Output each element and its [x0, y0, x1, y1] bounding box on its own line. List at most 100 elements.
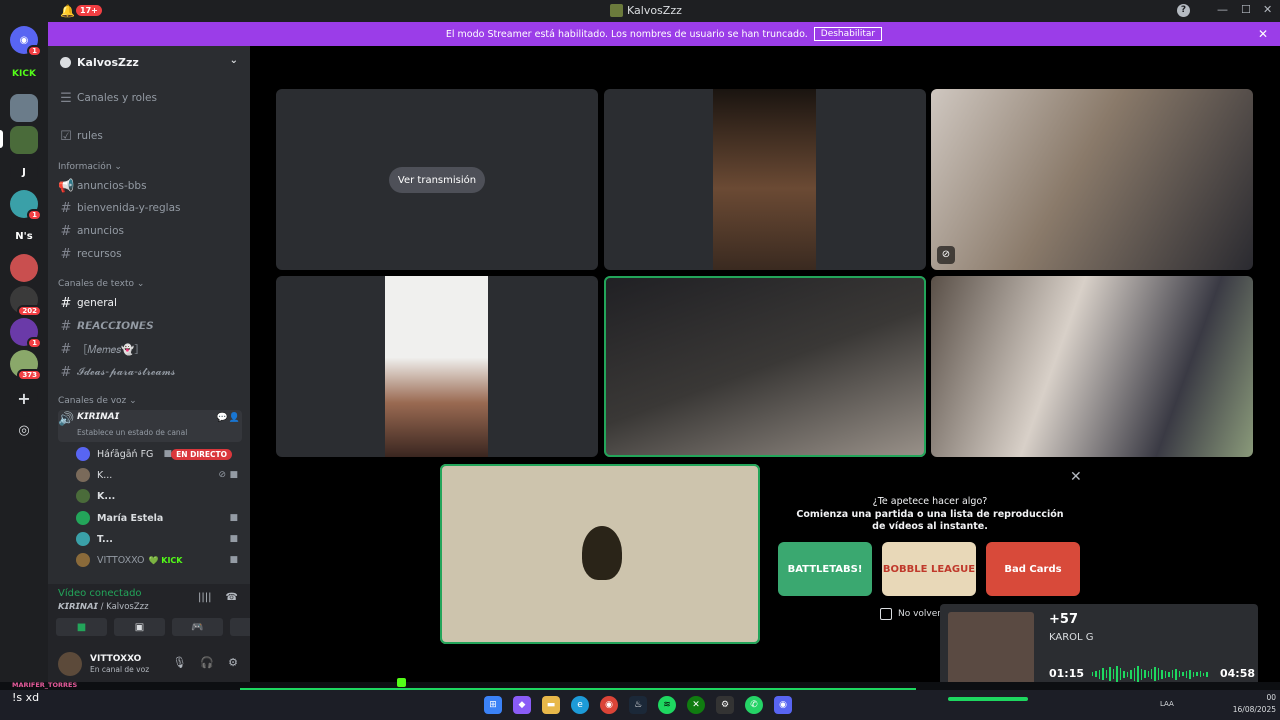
voice-user[interactable]: VITTOXXO 💚 KICK ■	[76, 551, 242, 569]
voice-user[interactable]: K...	[76, 487, 242, 505]
tray-language[interactable]: LAA	[1160, 700, 1174, 708]
chat-bubble-icon[interactable]: 💬	[217, 413, 228, 423]
waveform-bar	[1171, 670, 1174, 678]
screen-share-button[interactable]: ▣	[114, 618, 165, 636]
channel-status-placeholder[interactable]: Establece un estado de canal	[77, 428, 187, 437]
add-server-icon[interactable]: +	[10, 384, 38, 412]
channel-reacciones[interactable]: # 𝙍𝙀𝘼𝘾𝘾𝙄𝙊𝙉𝙀𝙎	[58, 316, 242, 336]
channel-label: rules	[77, 130, 103, 142]
microphone-icon[interactable]: 🎙	[172, 656, 186, 669]
server-kick[interactable]: KICK	[10, 60, 38, 88]
activity-button[interactable]: 🎮	[172, 618, 223, 636]
bell-icon[interactable]: 🔔	[60, 4, 75, 18]
chat-username: MARIFER_TORRES	[12, 681, 78, 689]
copilot-icon[interactable]: ◆	[513, 696, 531, 714]
close-banner-icon[interactable]: ✕	[1258, 27, 1268, 41]
server-active[interactable]	[10, 126, 38, 154]
channel-label: 𝙍𝙀𝘼𝘾𝘾𝙄𝙊𝙉𝙀𝙎	[77, 320, 154, 332]
chevron-down-icon[interactable]: ⌄	[230, 55, 238, 66]
channel-anuncios-bbs[interactable]: 📢 anuncios-bbs	[58, 176, 242, 196]
disconnect-icon[interactable]: ☎	[226, 592, 238, 603]
category-text[interactable]: Canales de texto ⌄	[58, 279, 144, 289]
server-11[interactable]: 373	[10, 350, 42, 381]
avatar[interactable]	[58, 652, 82, 676]
steam-icon[interactable]: ♨	[629, 696, 647, 714]
help-icon[interactable]: ?	[1177, 4, 1190, 17]
signal-icon[interactable]: ||||	[198, 592, 211, 603]
xbox-icon[interactable]: ✕	[687, 696, 705, 714]
video-tile[interactable]: ⊘	[931, 89, 1253, 270]
video-tile-speaking[interactable]	[604, 276, 926, 457]
server-3[interactable]	[10, 94, 38, 122]
channel-label: anuncios-bbs	[77, 180, 147, 192]
server-ns[interactable]: N's	[10, 222, 38, 250]
camera-button[interactable]: ■	[56, 618, 107, 636]
waveform-bar	[1182, 672, 1184, 676]
channel-ideas[interactable]: # 𝓘𝓭𝓮𝓪𝓼-𝓹𝓪𝓻𝓪-𝓼𝓽𝓻𝓮𝓪𝓶𝓼	[58, 362, 242, 382]
close-window-icon[interactable]: ✕	[1263, 3, 1272, 16]
add-user-icon[interactable]: 👤	[229, 413, 240, 423]
voice-user[interactable]: Háŕāgāń FG ■ EN DIRECTO	[76, 445, 242, 463]
discover-icon[interactable]: ◎	[10, 416, 38, 444]
server-header[interactable]: KalvosZzz ⌄	[48, 46, 250, 78]
channel-recursos[interactable]: # recursos	[58, 244, 242, 264]
banner-text: El modo Streamer está habilitado. Los no…	[445, 28, 808, 40]
edge-icon[interactable]: e	[571, 696, 589, 714]
video-tile[interactable]	[604, 89, 926, 270]
voice-user[interactable]: María Estela ■	[76, 509, 242, 527]
game-bad-cards[interactable]: Bad Cards	[986, 542, 1080, 596]
server-10[interactable]: 1	[10, 318, 42, 349]
waveform-bar	[1185, 670, 1188, 678]
video-tile[interactable]	[931, 276, 1253, 457]
whatsapp-icon[interactable]: ✆	[745, 696, 763, 714]
watch-stream-button[interactable]: Ver transmisión	[389, 167, 485, 193]
channel-rules[interactable]: ☑ rules	[58, 126, 242, 146]
hash-icon: #	[60, 295, 72, 311]
gear-icon[interactable]: ⚙	[228, 656, 238, 669]
channel-memes[interactable]: # ［𝑀𝑒𝑚𝑒𝑠👻］	[58, 339, 242, 359]
discord-home-icon[interactable]: ◉ 1	[10, 26, 42, 57]
video-tile-avatar[interactable]	[440, 464, 760, 644]
app-icon[interactable]: ⚙	[716, 696, 734, 714]
voice-status-title[interactable]: Vídeo conectado	[58, 588, 142, 599]
server-6[interactable]: 1	[10, 190, 42, 221]
muted-icon: ⊘	[218, 470, 226, 480]
voice-user-name: Háŕāgāń FG	[97, 448, 154, 460]
disable-streamer-button[interactable]: Deshabilitar	[813, 27, 883, 41]
game-battletabs[interactable]: BATTLETABS!	[778, 542, 872, 596]
voice-user[interactable]: T... ■	[76, 530, 242, 548]
channel-bienvenida[interactable]: # bienvenida-y-reglas	[58, 198, 242, 218]
taskbar-clock[interactable]: 00 16/08/2025	[1226, 692, 1276, 716]
avatar	[76, 553, 90, 567]
spotify-icon[interactable]: ≋	[658, 696, 676, 714]
waveform-bar	[1092, 672, 1094, 676]
voice-channel[interactable]: 🔊 𝙆𝙄𝙍𝙄𝙉𝘼𝙄 Establece un estado de canal 💬…	[58, 410, 242, 442]
minimize-icon[interactable]: —	[1217, 3, 1228, 16]
headphones-icon[interactable]: 🎧	[200, 656, 214, 669]
waveform-bar	[1105, 670, 1108, 678]
start-icon[interactable]: ⊞	[484, 696, 502, 714]
channels-and-roles[interactable]: ☰ Canales y roles	[58, 88, 242, 108]
discord-taskbar-icon[interactable]: ◉	[774, 696, 792, 714]
category-info[interactable]: Información ⌄	[58, 162, 122, 172]
channel-anuncios[interactable]: # anuncios	[58, 221, 242, 241]
chrome-icon[interactable]: ◉	[600, 696, 618, 714]
window-title: KalvosZzz	[610, 4, 682, 17]
folder-icon[interactable]: ▬	[542, 696, 560, 714]
server-9[interactable]: 202	[10, 286, 42, 317]
waveform-bar	[1147, 671, 1149, 677]
server-badge: 1	[27, 45, 42, 57]
game-bobble-league[interactable]: BOBBLE LEAGUE	[882, 542, 976, 596]
video-tile-stream[interactable]: Ver transmisión	[276, 89, 598, 270]
video-tile[interactable]	[276, 276, 598, 457]
voice-user[interactable]: K... ⊘ ■	[76, 466, 242, 484]
channel-general[interactable]: # general	[58, 293, 242, 313]
server-8[interactable]	[10, 254, 38, 282]
user-name[interactable]: VITTOXXO	[90, 654, 141, 664]
maximize-icon[interactable]: ☐	[1241, 3, 1251, 16]
close-activity-icon[interactable]: ✕	[1070, 469, 1082, 485]
category-voice[interactable]: Canales de voz ⌄	[58, 396, 137, 406]
voice-status-subtitle[interactable]: 𝙆𝙄𝙍𝙄𝙉𝘼𝙄 / KalvosZzz	[58, 602, 149, 612]
server-j[interactable]: J	[10, 158, 38, 186]
dont-show-checkbox[interactable]	[880, 608, 892, 620]
